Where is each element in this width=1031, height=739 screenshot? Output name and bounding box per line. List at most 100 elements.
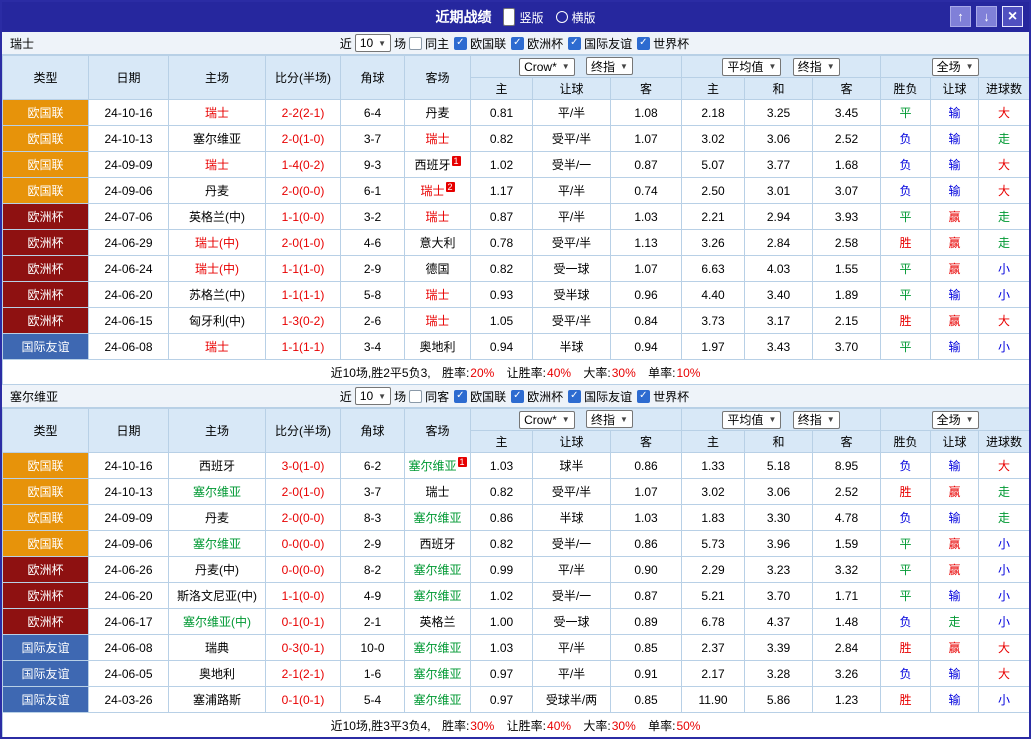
match-count-select[interactable]: 10 ▼: [354, 34, 392, 52]
away-team-link[interactable]: 瑞士: [404, 307, 471, 334]
same-venue-checkbox[interactable]: [409, 389, 423, 403]
avg-time-select[interactable]: 终指 ▼: [792, 410, 840, 429]
away-team-link[interactable]: 瑞士: [404, 281, 471, 308]
home-team-link[interactable]: 塞尔维亚: [168, 530, 266, 557]
score-link[interactable]: 1-1(1-1): [265, 333, 341, 360]
avg-time-select[interactable]: 终指 ▼: [792, 57, 840, 76]
home-team-link[interactable]: 瑞士: [168, 333, 266, 360]
score-link[interactable]: 2-0(1-0): [265, 125, 341, 152]
home-team-link[interactable]: 丹麦: [168, 504, 266, 531]
away-team-link[interactable]: 塞尔维亚: [404, 504, 471, 531]
score-link[interactable]: 1-1(0-0): [265, 203, 341, 230]
away-team-link[interactable]: 瑞士: [404, 125, 471, 152]
home-team-link[interactable]: 塞尔维亚(中): [168, 608, 266, 635]
odds-source-select[interactable]: Crow* ▼: [519, 410, 575, 429]
score-link[interactable]: 1-3(0-2): [265, 307, 341, 334]
home-team-link[interactable]: 塞浦路斯: [168, 686, 266, 713]
home-team-link[interactable]: 丹麦: [168, 177, 266, 204]
home-team-link[interactable]: 英格兰(中): [168, 203, 266, 230]
score-link[interactable]: 2-0(1-0): [265, 478, 341, 505]
col-crown-handicap: 让球: [532, 430, 611, 453]
away-team-link[interactable]: 德国: [404, 255, 471, 282]
away-team-link[interactable]: 瑞士: [404, 203, 471, 230]
home-team-link[interactable]: 匈牙利(中): [168, 307, 266, 334]
score-link[interactable]: 1-4(0-2): [265, 151, 341, 178]
scroll-down-button[interactable]: ↓: [976, 6, 997, 27]
score-link[interactable]: 0-3(0-1): [265, 634, 341, 661]
league-checkbox-worldcup[interactable]: [637, 36, 651, 50]
close-button[interactable]: ×: [1002, 6, 1023, 27]
league-checkbox-nationsleague[interactable]: [454, 389, 468, 403]
league-checkbox-nationsleague[interactable]: [454, 36, 468, 50]
score-link[interactable]: 2-2(2-1): [265, 99, 341, 126]
period-select[interactable]: 全场 ▼: [931, 410, 979, 429]
odds-source-select[interactable]: Crow* ▼: [519, 57, 575, 76]
result-goals: 走: [978, 504, 1029, 531]
score-link[interactable]: 2-0(1-0): [265, 229, 341, 256]
corners: 2-9: [340, 530, 405, 557]
period-select[interactable]: 全场 ▼: [931, 57, 979, 76]
col-handicap-result: 让球: [930, 430, 980, 453]
score-link[interactable]: 1-1(1-0): [265, 255, 341, 282]
home-team-link[interactable]: 瑞士: [168, 99, 266, 126]
league-checkbox-friendly[interactable]: [568, 389, 582, 403]
away-team-link[interactable]: 丹麦: [404, 99, 471, 126]
league-checkbox-euro[interactable]: [511, 389, 525, 403]
home-team-link[interactable]: 塞尔维亚: [168, 125, 266, 152]
score-link[interactable]: 0-1(0-1): [265, 608, 341, 635]
result-handicap: 赢: [930, 634, 980, 661]
scroll-up-button[interactable]: ↑: [950, 6, 971, 27]
score-link[interactable]: 0-0(0-0): [265, 556, 341, 583]
away-team-link[interactable]: 西班牙: [404, 530, 471, 557]
home-team-link[interactable]: 斯洛文尼亚(中): [168, 582, 266, 609]
score-link[interactable]: 1-1(1-1): [265, 281, 341, 308]
same-venue-checkbox[interactable]: [409, 36, 423, 50]
result-goals: 小: [978, 686, 1029, 713]
home-team-link[interactable]: 瑞士(中): [168, 229, 266, 256]
away-team-link[interactable]: 意大利: [404, 229, 471, 256]
league-checkbox-friendly[interactable]: [568, 36, 582, 50]
away-team-link[interactable]: 英格兰: [404, 608, 471, 635]
away-team-link[interactable]: 塞尔维亚 1: [404, 452, 471, 479]
home-team-link[interactable]: 瑞典: [168, 634, 266, 661]
away-team-link[interactable]: 瑞士: [404, 478, 471, 505]
score-link[interactable]: 0-0(0-0): [265, 530, 341, 557]
away-team-link[interactable]: 塞尔维亚: [404, 686, 471, 713]
home-team-link[interactable]: 奥地利: [168, 660, 266, 687]
league-type: 欧国联: [2, 99, 89, 126]
home-team-link[interactable]: 瑞士: [168, 151, 266, 178]
odds-time-select[interactable]: 终指 ▼: [586, 410, 633, 429]
score-link[interactable]: 0-1(0-1): [265, 686, 341, 713]
home-team-link[interactable]: 丹麦(中): [168, 556, 266, 583]
away-team-link[interactable]: 奥地利: [404, 333, 471, 360]
result-outcome: 平: [880, 556, 932, 583]
league-checkbox-worldcup[interactable]: [637, 389, 651, 403]
score-link[interactable]: 2-0(0-0): [265, 177, 341, 204]
avg-source-select[interactable]: 平均值 ▼: [722, 57, 782, 76]
home-team-link[interactable]: 塞尔维亚: [168, 478, 266, 505]
home-team-link[interactable]: 西班牙: [168, 452, 266, 479]
away-team-link[interactable]: 塞尔维亚: [404, 582, 471, 609]
away-team-link[interactable]: 西班牙 1: [404, 151, 471, 178]
score-link[interactable]: 3-0(1-0): [265, 452, 341, 479]
score-link[interactable]: 1-1(0-0): [265, 582, 341, 609]
home-team-link[interactable]: 瑞士(中): [168, 255, 266, 282]
home-team-link[interactable]: 苏格兰(中): [168, 281, 266, 308]
match-row: 欧洲杯 24-06-20 斯洛文尼亚(中) 1-1(0-0) 4-9 塞尔维亚 1.02 受半…: [2, 582, 1029, 609]
layout-option-horizontal[interactable]: 横版: [555, 9, 596, 26]
away-team-link[interactable]: 瑞士 2: [404, 177, 471, 204]
match-count-select[interactable]: 10 ▼: [354, 387, 392, 405]
away-team-link[interactable]: 塞尔维亚: [404, 634, 471, 661]
recent-label: 近: [339, 36, 352, 51]
result-outcome: 平: [880, 333, 932, 360]
league-checkbox-euro[interactable]: [511, 36, 525, 50]
away-team-link[interactable]: 塞尔维亚: [404, 660, 471, 687]
avg-source-select[interactable]: 平均值 ▼: [722, 410, 782, 429]
avg-home-odds: 2.21: [681, 203, 746, 230]
layout-option-vertical[interactable]: 竖版: [503, 8, 544, 26]
score-link[interactable]: 2-1(2-1): [265, 660, 341, 687]
score-link[interactable]: 2-0(0-0): [265, 504, 341, 531]
match-date: 24-06-29: [88, 229, 169, 256]
odds-time-select[interactable]: 终指 ▼: [586, 57, 633, 76]
away-team-link[interactable]: 塞尔维亚: [404, 556, 471, 583]
